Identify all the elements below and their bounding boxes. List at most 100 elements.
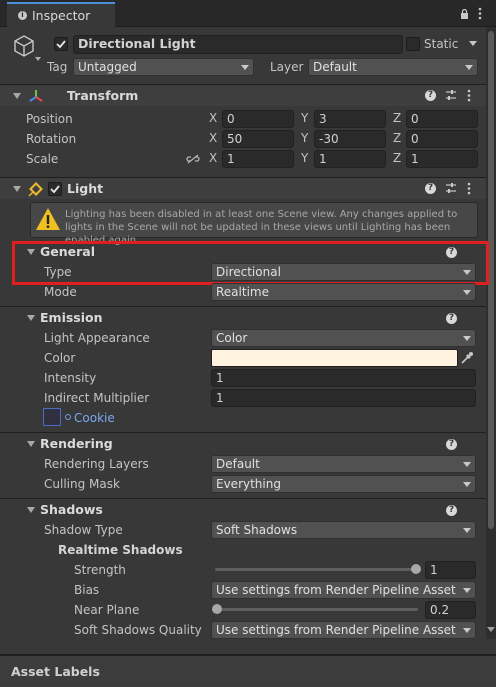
foldout-arrow-icon [13,186,21,192]
cookie-label[interactable]: Cookie [74,410,115,426]
cookie-texture-slot[interactable] [43,408,61,426]
scale-x-label[interactable]: X [209,151,217,165]
divider [0,498,486,499]
help-icon[interactable]: ? [446,505,457,516]
help-icon[interactable]: ? [446,313,457,324]
rotation-x-field[interactable]: 50 [222,130,294,148]
lock-icon[interactable] [460,8,469,19]
bias-label: Bias [74,583,100,597]
asset-labels-bar[interactable]: Asset Labels [0,654,496,687]
near-plane-slider-handle[interactable] [212,604,222,614]
scale-label[interactable]: Scale [26,151,58,167]
near-plane-slider-track[interactable] [215,608,418,611]
indirect-multiplier-label: Indirect Multiplier [44,391,150,405]
light-title: Light [67,181,104,196]
rendering-title[interactable]: Rendering [40,436,113,451]
transform-header[interactable]: Transform ? [0,84,486,106]
position-z-field[interactable]: 0 [406,110,478,128]
strength-label: Strength [74,563,126,577]
culling-mask-dropdown[interactable]: Everything [211,475,476,493]
tab-inspector[interactable]: i Inspector [7,2,115,27]
more-options-icon[interactable] [478,7,482,20]
shadow-type-label: Shadow Type [44,523,123,537]
rotation-z-field[interactable]: 0 [406,130,478,148]
strength-slider-handle[interactable] [411,564,421,574]
eyedropper-icon[interactable] [460,351,474,368]
warning-icon [35,206,61,235]
intensity-label: Intensity [44,371,97,385]
light-header[interactable]: Light ? [0,177,486,199]
position-y-field[interactable]: 3 [314,110,386,128]
emission-foldout-icon[interactable] [27,315,35,321]
object-name-field[interactable]: Directional Light [73,35,403,54]
indirect-multiplier-field[interactable]: 1 [211,389,476,407]
tag-dropdown[interactable]: Untagged [73,58,254,76]
tab-title: Inspector [32,8,91,23]
shadows-foldout-icon[interactable] [27,507,35,513]
scale-y-label[interactable]: Y [301,151,308,165]
lighting-warning-box: Lighting has been disabled in at least o… [30,202,478,246]
asset-labels-title: Asset Labels [11,664,100,679]
help-icon[interactable]: ? [425,90,436,101]
scrollbar[interactable] [486,27,496,639]
position-label[interactable]: Position [26,111,73,127]
foldout-arrow-icon [13,93,21,99]
near-plane-label: Near Plane [74,603,140,617]
shadows-title[interactable]: Shadows [40,502,103,517]
shadow-type-dropdown[interactable]: Soft Shadows [211,521,476,539]
active-checkbox[interactable] [54,37,68,51]
help-icon[interactable]: ? [425,183,436,194]
light-mode-dropdown[interactable]: Realtime [211,283,476,301]
layer-dropdown[interactable]: Default [308,58,478,76]
strength-slider-track[interactable] [215,568,418,571]
scale-z-label[interactable]: Z [393,151,401,165]
emission-title[interactable]: Emission [40,310,103,325]
scale-y-field[interactable]: 1 [314,150,386,168]
scroll-down-arrow-icon[interactable] [487,627,495,632]
rotation-label[interactable]: Rotation [26,131,76,147]
rotation-x-label[interactable]: X [209,131,217,145]
component-menu-icon[interactable] [467,89,471,105]
bias-dropdown[interactable]: Use settings from Render Pipeline Asset [211,581,476,599]
scale-z-field[interactable]: 1 [406,150,478,168]
color-swatch[interactable] [211,349,458,367]
soft-shadows-quality-dropdown[interactable]: Use settings from Render Pipeline Asset [211,621,476,639]
culling-mask-label: Culling Mask [44,477,120,491]
static-checkbox[interactable] [406,37,420,51]
icon-dropdown-caret[interactable] [35,57,41,61]
color-label: Color [44,351,76,365]
soft-shadows-quality-label: Soft Shadows Quality [74,623,202,637]
light-appearance-dropdown[interactable]: Color [211,329,476,347]
object-picker-icon[interactable] [65,414,71,420]
light-appearance-label: Light Appearance [44,331,150,345]
presets-icon[interactable] [445,89,457,104]
intensity-field[interactable]: 1 [211,369,476,387]
gameobject-cube-icon [12,34,36,61]
presets-icon[interactable] [445,182,457,197]
light-enabled-checkbox[interactable] [48,182,62,196]
info-icon: i [18,11,27,20]
position-x-field[interactable]: 0 [222,110,294,128]
rendering-layers-dropdown[interactable]: Default [211,455,476,473]
near-plane-field[interactable]: 0.2 [425,601,476,619]
position-x-label[interactable]: X [209,111,217,125]
rotation-y-label[interactable]: Y [301,131,308,145]
position-z-label[interactable]: Z [393,111,401,125]
strength-field[interactable]: 1 [425,561,476,579]
help-icon[interactable]: ? [446,439,457,450]
position-y-label[interactable]: Y [301,111,308,125]
rotation-y-field[interactable]: -30 [314,130,386,148]
constrain-proportions-icon[interactable] [186,153,200,167]
rotation-z-label[interactable]: Z [393,131,401,145]
scale-x-field[interactable]: 1 [222,150,294,168]
static-dropdown-caret[interactable] [469,41,477,46]
rendering-layers-label: Rendering Layers [44,457,149,471]
static-label: Static [424,37,459,51]
rendering-foldout-icon[interactable] [27,441,35,447]
transform-axes-icon [28,88,44,107]
highlight-box [12,241,489,285]
divider [0,306,486,307]
transform-title: Transform [67,88,139,103]
layer-label: Layer [270,60,304,74]
component-menu-icon[interactable] [467,182,471,198]
